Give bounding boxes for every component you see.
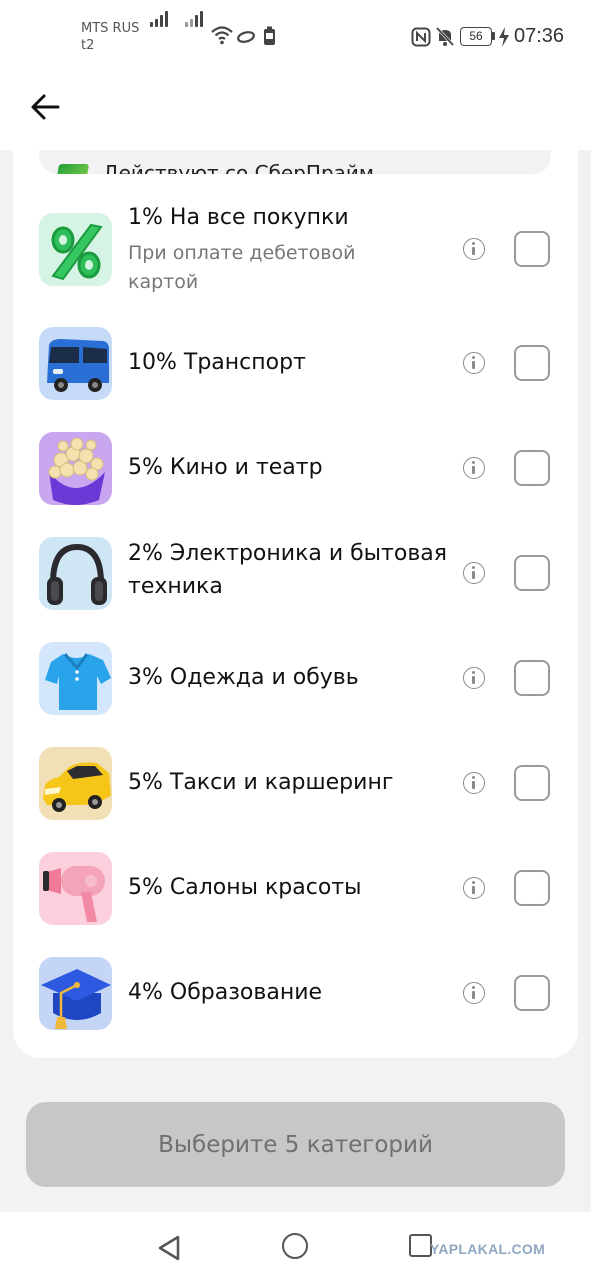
category-title: 3% Одежда и обувь: [128, 665, 359, 690]
category-title: 10% Транспорт: [128, 350, 306, 375]
category-title: 4% Образование: [128, 980, 323, 1005]
clock: 07:36: [514, 25, 565, 47]
car-icon: [39, 747, 112, 820]
bus-icon: [39, 327, 112, 400]
popcorn-icon: [39, 432, 112, 505]
info-icon[interactable]: [463, 238, 485, 260]
category-title: 2% Электроника и бытовая техника: [128, 541, 448, 599]
categories-card: Действуют со СберПрайм 1% На все покупки…: [13, 110, 578, 1058]
category-row-all-purchases[interactable]: 1% На все покупки При оплате дебетовой к…: [39, 205, 559, 322]
category-row-clothing[interactable]: 3% Одежда и обувь: [39, 641, 559, 715]
sberprime-logo-icon: [54, 164, 90, 174]
category-checkbox[interactable]: [514, 975, 550, 1011]
category-row-education[interactable]: 4% Образование: [39, 956, 559, 1030]
percent-icon: [39, 213, 112, 286]
system-nav-bar: YAPLAKAL.COM: [0, 1212, 591, 1280]
watermark: YAPLAKAL.COM: [430, 1241, 546, 1257]
info-icon[interactable]: [463, 772, 485, 794]
category-title: 5% Кино и театр: [128, 455, 323, 480]
bell-off-icon: [435, 26, 455, 47]
info-icon[interactable]: [463, 982, 485, 1004]
carrier-name: MTS RUS: [81, 21, 140, 36]
info-icon[interactable]: [463, 562, 485, 584]
category-row-cinema[interactable]: 5% Кино и театр: [39, 431, 559, 505]
category-checkbox[interactable]: [514, 765, 550, 801]
hairdryer-icon: [39, 852, 112, 925]
nav-home-icon[interactable]: [282, 1233, 308, 1259]
charging-icon: [499, 27, 509, 47]
category-title: 5% Такси и каршеринг: [128, 770, 394, 795]
battery-tip: [492, 32, 495, 40]
info-icon[interactable]: [463, 457, 485, 479]
category-row-taxi[interactable]: 5% Такси и каршеринг: [39, 746, 559, 820]
arrow-left-icon[interactable]: [28, 90, 64, 126]
carrier-info: MTS RUS t2: [81, 20, 139, 54]
category-subtitle: При оплате дебетовой картой: [128, 242, 356, 293]
category-checkbox[interactable]: [514, 345, 550, 381]
category-row-electronics[interactable]: 2% Электроника и бытовая техника: [39, 536, 559, 610]
nav-recents-icon[interactable]: [409, 1234, 432, 1257]
category-checkbox[interactable]: [514, 555, 550, 591]
headphones-icon: [39, 537, 112, 610]
category-row-transport[interactable]: 10% Транспорт: [39, 326, 559, 400]
category-checkbox[interactable]: [514, 231, 550, 267]
sim-battery-icon: [264, 26, 275, 45]
battery-icon: 56: [460, 27, 492, 46]
link-icon: [237, 31, 255, 43]
category-title: 1% На все покупки: [128, 205, 349, 230]
graduation-cap-icon: [39, 957, 112, 1030]
status-bar: MTS RUS t2 56 07:36: [0, 0, 591, 72]
sberprime-banner-text: Действуют со СберПрайм: [103, 161, 375, 174]
category-checkbox[interactable]: [514, 450, 550, 486]
category-title: 5% Салоны красоты: [128, 875, 362, 900]
info-icon[interactable]: [463, 352, 485, 374]
category-checkbox[interactable]: [514, 870, 550, 906]
info-icon[interactable]: [463, 667, 485, 689]
shirt-icon: [39, 642, 112, 715]
nfc-icon: [411, 27, 431, 47]
info-icon[interactable]: [463, 877, 485, 899]
wifi-icon: [211, 26, 233, 45]
select-categories-button[interactable]: Выберите 5 категорий: [26, 1102, 565, 1187]
app-header: [0, 72, 591, 150]
category-checkbox[interactable]: [514, 660, 550, 696]
carrier-name-2: t2: [81, 38, 95, 53]
category-row-beauty[interactable]: 5% Салоны красоты: [39, 851, 559, 925]
nav-back-icon[interactable]: [156, 1234, 182, 1262]
